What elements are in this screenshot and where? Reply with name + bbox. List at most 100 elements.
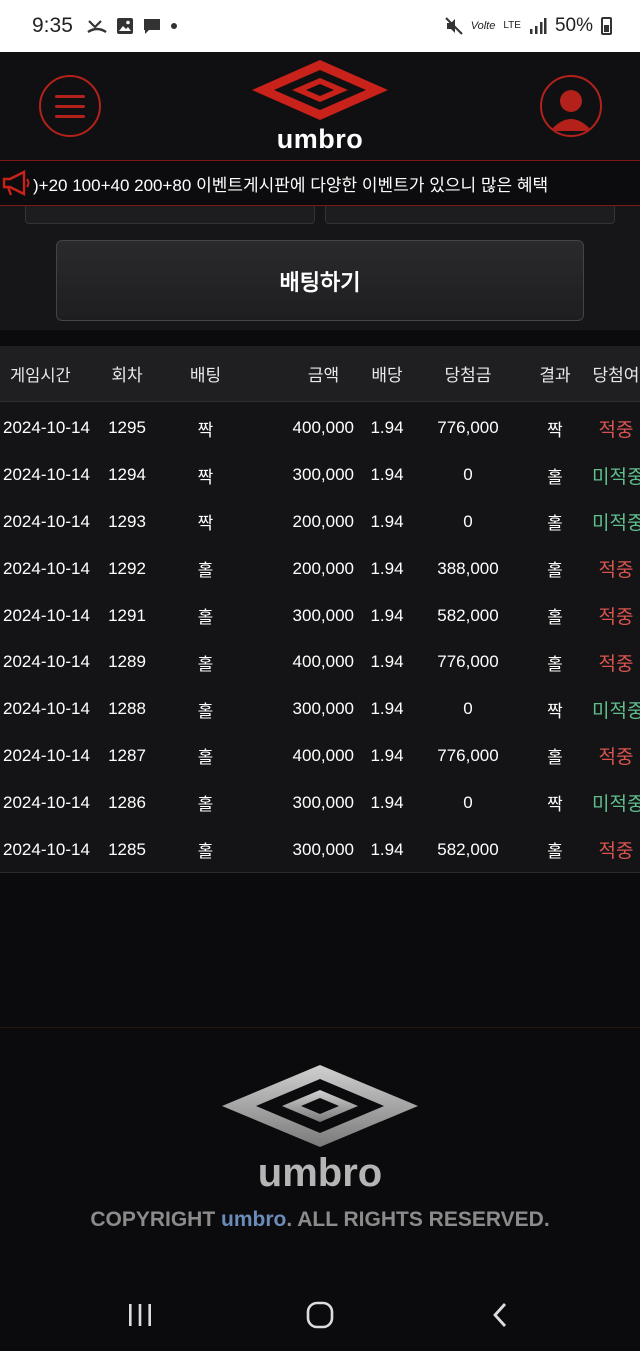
cell-bet: 짝 bbox=[197, 467, 214, 487]
cell-date: 2024-10-14 bbox=[3, 745, 90, 765]
cell-odds: 1.94 bbox=[370, 465, 404, 485]
footer-logo-text: umbro bbox=[257, 1151, 383, 1195]
umbro-diamond-icon bbox=[222, 1065, 418, 1147]
table-row: 2024-10-14 1293 짝 200,000 1.94 0 홀 미적중 bbox=[0, 499, 640, 546]
cell-result: 홀 bbox=[547, 654, 563, 674]
cell-date: 2024-10-14 bbox=[3, 558, 90, 578]
cell-status: 적중 bbox=[598, 419, 634, 441]
signal-icon bbox=[529, 18, 547, 34]
cell-odds: 1.94 bbox=[370, 839, 404, 859]
cell-payout: 776,000 bbox=[437, 652, 499, 672]
table-row: 2024-10-14 1289 홀 400,000 1.94 776,000 홀 적중 bbox=[0, 639, 640, 686]
select-stub-right[interactable] bbox=[325, 206, 615, 224]
status-time: 9:35 bbox=[32, 14, 73, 37]
cell-result: 홀 bbox=[547, 514, 563, 534]
image-icon bbox=[116, 18, 133, 34]
cell-bet: 짝 bbox=[197, 420, 214, 440]
cell-date: 2024-10-14 bbox=[3, 839, 90, 859]
ticker-text: )+20 100+40 200+80 이벤트게시판에 다양한 이벤트가 있으니 … bbox=[33, 176, 549, 195]
cell-date: 2024-10-14 bbox=[3, 699, 90, 719]
cell-amount: 200,000 bbox=[292, 558, 354, 578]
cell-payout: 0 bbox=[463, 511, 473, 531]
table-row: 2024-10-14 1286 홀 300,000 1.94 0 짝 미적중 bbox=[0, 779, 640, 826]
cell-status: 적중 bbox=[598, 747, 634, 769]
status-right: Volte LTE 50% bbox=[444, 15, 612, 37]
user-icon[interactable] bbox=[540, 75, 602, 137]
cell-payout: 776,000 bbox=[437, 418, 499, 438]
cell-round: 1291 bbox=[108, 605, 146, 625]
cell-odds: 1.94 bbox=[370, 745, 404, 765]
back-icon[interactable] bbox=[480, 1297, 520, 1333]
cell-bet: 홀 bbox=[197, 608, 214, 628]
select-stub-left[interactable] bbox=[25, 206, 315, 224]
network-label: LTE bbox=[503, 20, 521, 31]
copyright-brand: umbro bbox=[221, 1208, 287, 1231]
header-odds: 배당 bbox=[371, 366, 403, 385]
cell-date: 2024-10-14 bbox=[3, 418, 90, 438]
cell-result: 홀 bbox=[547, 842, 563, 862]
cell-bet: 짝 bbox=[197, 514, 214, 534]
header-game-time: 게임시간 bbox=[10, 366, 71, 385]
site-logo[interactable]: umbro bbox=[250, 58, 390, 158]
megaphone-icon bbox=[2, 170, 30, 196]
cell-result: 홀 bbox=[547, 608, 563, 628]
system-nav-bar bbox=[0, 1277, 640, 1351]
header-round: 회차 bbox=[111, 366, 143, 385]
table-row: 2024-10-14 1291 홀 300,000 1.94 582,000 홀 적중 bbox=[0, 592, 640, 639]
cell-round: 1287 bbox=[108, 745, 146, 765]
chat-icon bbox=[143, 19, 160, 34]
copyright: COPYRIGHT umbro. ALL RIGHTS RESERVED. bbox=[0, 1208, 640, 1232]
cell-bet: 홀 bbox=[197, 842, 214, 862]
table-header: 게임시간 회차 배팅 금액 배당 당첨금 결과 당첨여 bbox=[0, 346, 640, 402]
table-row: 2024-10-14 1294 짝 300,000 1.94 0 홀 미적중 bbox=[0, 452, 640, 499]
cell-payout: 0 bbox=[463, 792, 473, 812]
cell-round: 1295 bbox=[108, 418, 146, 438]
battery-icon bbox=[601, 17, 612, 35]
cell-status: 미적중 bbox=[592, 700, 640, 722]
cell-payout: 582,000 bbox=[437, 605, 499, 625]
recent-apps-icon[interactable] bbox=[120, 1297, 160, 1333]
cell-odds: 1.94 bbox=[370, 418, 404, 438]
header-result: 결과 bbox=[539, 366, 571, 385]
cell-round: 1285 bbox=[108, 839, 146, 859]
cell-amount: 200,000 bbox=[292, 511, 354, 531]
cell-payout: 0 bbox=[463, 465, 473, 485]
cell-bet: 홀 bbox=[197, 654, 214, 674]
cell-payout: 582,000 bbox=[437, 839, 499, 859]
missed-call-icon bbox=[87, 20, 107, 34]
table-body: 2024-10-14 1295 짝 400,000 1.94 776,000 짝 적중 2024… bbox=[0, 402, 640, 873]
home-icon[interactable] bbox=[300, 1297, 340, 1333]
notification-icons bbox=[87, 17, 178, 35]
cell-round: 1294 bbox=[108, 465, 146, 485]
cell-status: 적중 bbox=[598, 653, 634, 675]
cell-odds: 1.94 bbox=[370, 558, 404, 578]
table-row: 2024-10-14 1287 홀 400,000 1.94 776,000 홀 적중 bbox=[0, 733, 640, 780]
cell-amount: 400,000 bbox=[292, 652, 354, 672]
header-bet: 배팅 bbox=[189, 366, 222, 385]
cell-odds: 1.94 bbox=[370, 792, 404, 812]
mute-icon bbox=[444, 17, 463, 35]
cell-odds: 1.94 bbox=[370, 652, 404, 672]
footer-logo: umbro bbox=[220, 1063, 420, 1195]
cell-result: 홀 bbox=[547, 748, 563, 768]
cell-odds: 1.94 bbox=[370, 699, 404, 719]
notice-ticker: )+20 100+40 200+80 이벤트게시판에 다양한 이벤트가 있으니 … bbox=[0, 160, 640, 206]
table-row: 2024-10-14 1295 짝 400,000 1.94 776,000 짝 적중 bbox=[0, 405, 640, 452]
cell-status: 미적중 bbox=[592, 466, 640, 488]
copyright-suffix: . ALL RIGHTS RESERVED. bbox=[286, 1208, 550, 1231]
dot-icon bbox=[170, 23, 177, 29]
umbro-diamond-icon bbox=[252, 60, 388, 120]
site-footer: umbro COPYRIGHT umbro. ALL RIGHTS RESERV… bbox=[0, 1027, 640, 1277]
hamburger-icon[interactable] bbox=[39, 75, 101, 137]
cell-payout: 776,000 bbox=[437, 745, 499, 765]
cell-payout: 388,000 bbox=[437, 558, 499, 578]
cell-date: 2024-10-14 bbox=[3, 792, 90, 812]
cell-result: 짝 bbox=[547, 420, 563, 440]
copyright-prefix: COPYRIGHT bbox=[90, 1208, 222, 1231]
volte-label: Volte bbox=[470, 20, 496, 32]
table-row: 2024-10-14 1292 홀 200,000 1.94 388,000 홀 적중 bbox=[0, 545, 640, 592]
cell-amount: 300,000 bbox=[292, 699, 354, 719]
cell-round: 1292 bbox=[108, 558, 146, 578]
bet-button[interactable]: 배팅하기 bbox=[56, 240, 584, 321]
header-amount: 금액 bbox=[307, 366, 340, 385]
